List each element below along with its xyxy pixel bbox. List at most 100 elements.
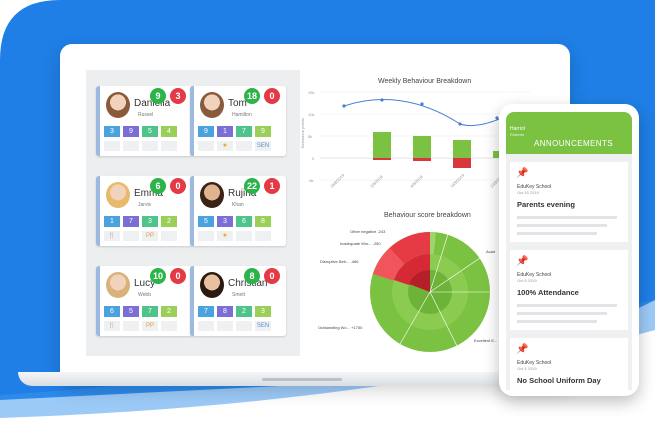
announcements-list[interactable]: 📌 EduKey School Oct 15 2019 Parents even… — [506, 154, 632, 390]
student-last-name: Smett — [232, 292, 246, 298]
avatar — [200, 182, 224, 208]
y-tick: 0 — [312, 156, 315, 161]
status-icon — [104, 141, 120, 151]
announcement-date: Oct 4 2019 — [517, 366, 537, 371]
student-last-name: Webb — [138, 292, 151, 298]
positive-points-badge: 10 — [150, 268, 166, 284]
student-card[interactable]: Daniella Russel 9 3 3 9 5 4 — [96, 86, 192, 156]
student-card[interactable]: Lucy Webb 10 0 6 5 7 2 🍴 PP — [96, 266, 192, 336]
status-icon — [236, 141, 252, 151]
pie-label-inadequate: Inadequate Wor... -250 — [340, 241, 381, 246]
score-tile: 9 — [123, 126, 139, 137]
phone-header: Harriot Roberts ANNOUNCEMENTS — [506, 112, 632, 154]
negative-points-badge: 0 — [170, 178, 186, 194]
star-icon: ★ — [217, 141, 233, 151]
score-tile: 3 — [255, 306, 271, 317]
negative-points-badge: 0 — [264, 88, 280, 104]
week-bar-negative — [413, 158, 431, 161]
status-icon — [123, 231, 139, 241]
meal-icon: 🍴 — [104, 321, 120, 331]
status-icon — [161, 141, 177, 151]
score-tile: 1 — [217, 126, 233, 137]
avatar — [106, 272, 130, 298]
pie-label-excellent: Excellent E... — [474, 338, 498, 343]
pin-icon: 📌 — [516, 256, 529, 267]
announcement-date: Oct 15 2019 — [517, 190, 539, 195]
star-icon: ★ — [217, 231, 233, 241]
pie-label-other-negative: Other negative -243 — [350, 229, 386, 234]
score-tile: 2 — [161, 216, 177, 227]
negative-points-badge: 0 — [170, 268, 186, 284]
week-bar-negative — [373, 158, 391, 160]
x-tick: 9/9/2019 — [409, 174, 424, 189]
score-tile: 8 — [255, 216, 271, 227]
pp-icon: PP — [142, 321, 158, 331]
student-card[interactable]: Emma Jarvis 6 0 1 7 3 2 🍴 PP — [96, 176, 192, 246]
status-icon — [198, 231, 214, 241]
status-icon — [198, 321, 214, 331]
sen-icon: SEN — [255, 321, 271, 331]
student-card[interactable]: Christian Smett 8 0 7 8 2 3 SEN — [190, 266, 286, 336]
negative-points-badge: 0 — [264, 268, 280, 284]
announcement-title: No School Uniform Day — [517, 376, 601, 385]
avatar — [106, 92, 130, 118]
score-tile: 5 — [123, 306, 139, 317]
status-icon — [236, 231, 252, 241]
announcement-title: Parents evening — [517, 200, 575, 209]
y-axis-label: Behaviour points — [300, 118, 305, 148]
score-tile: 2 — [236, 306, 252, 317]
pin-icon: 📌 — [516, 344, 529, 355]
announcement-card[interactable]: 📌 EduKey School Oct 15 2019 Parents even… — [510, 162, 628, 242]
score-tile: 7 — [236, 126, 252, 137]
score-tile: 4 — [161, 126, 177, 137]
student-card[interactable]: Rujina Khan 22 1 5 3 6 8 ★ — [190, 176, 286, 246]
x-tick: 16/9/2019 — [449, 172, 466, 189]
pp-icon: PP — [142, 231, 158, 241]
pie-label-disruptive: Disruptive Beh... -466 — [320, 259, 359, 264]
score-tile: 7 — [198, 306, 214, 317]
score-tile: 7 — [142, 306, 158, 317]
score-tile: 3 — [142, 216, 158, 227]
positive-points-badge: 18 — [244, 88, 260, 104]
x-tick: 26/8/2019 — [329, 172, 346, 189]
positive-points-badge: 22 — [244, 178, 260, 194]
avatar — [200, 92, 224, 118]
score-tile: 2 — [161, 306, 177, 317]
score-tile: 3 — [104, 126, 120, 137]
student-last-name: Russel — [138, 112, 154, 118]
status-icon — [198, 141, 214, 151]
pin-icon: 📌 — [516, 168, 529, 179]
score-tile: 7 — [123, 216, 139, 227]
announcement-title: 100% Attendance — [517, 288, 579, 297]
score-tile: 5 — [142, 126, 158, 137]
week-bar-positive — [413, 136, 431, 158]
announcement-card[interactable]: 📌 EduKey School Oct 4 2019 No School Uni… — [510, 338, 628, 390]
positive-points-badge: 9 — [150, 88, 166, 104]
positive-points-badge: 6 — [150, 178, 166, 194]
announcement-card[interactable]: 📌 EduKey School Oct 8 2019 100% Attendan… — [510, 250, 628, 330]
positive-points-badge: 8 — [244, 268, 260, 284]
pie-label-acad: Acad — [486, 249, 496, 254]
score-tile: 1 — [104, 216, 120, 227]
y-tick: 10k — [308, 112, 314, 117]
score-tile: 6 — [236, 216, 252, 227]
status-icon — [123, 321, 139, 331]
status-icon — [161, 231, 177, 241]
pie-label-outstanding: Outstanding Wo... +1750 — [318, 325, 363, 330]
score-tile: 9 — [198, 126, 214, 137]
user-subtitle: Roberts — [510, 132, 525, 137]
week-bar-positive — [453, 140, 471, 158]
week-bar-positive — [373, 132, 391, 158]
score-tile: 6 — [104, 306, 120, 317]
avatar — [106, 182, 130, 208]
status-icon — [142, 141, 158, 151]
student-card[interactable]: Tom Hamilton 18 0 9 1 7 9 ★ SEN — [190, 86, 286, 156]
score-tile: 8 — [217, 306, 233, 317]
y-tick: -5k — [308, 178, 314, 183]
laptop-notch — [262, 378, 342, 381]
score-tile: 9 — [255, 126, 271, 137]
student-last-name: Khan — [232, 202, 244, 208]
status-icon — [161, 321, 177, 331]
meal-icon: 🍴 — [104, 231, 120, 241]
student-last-name: Hamilton — [232, 112, 252, 118]
